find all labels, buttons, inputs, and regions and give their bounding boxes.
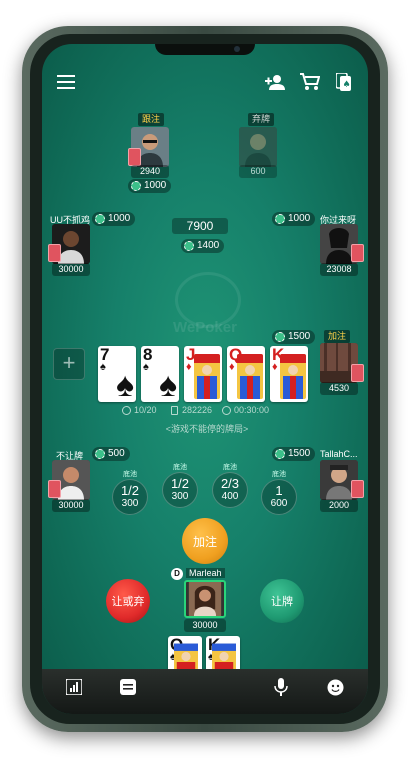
- lock-icon: [171, 406, 178, 415]
- playing-card: 7 ♠ ♠: [98, 346, 136, 402]
- playing-card: Q ♦: [227, 346, 265, 402]
- player-cards: [48, 480, 61, 498]
- room-id: 282226: [182, 405, 213, 415]
- chip-icon: [275, 332, 285, 342]
- card-suit-large: ♠: [158, 366, 177, 402]
- empty-seat-button[interactable]: +: [53, 348, 85, 380]
- blinds-text: 10/20: [134, 405, 157, 415]
- playing-card: K ♦: [270, 346, 308, 402]
- card-suit: ♦: [272, 361, 278, 373]
- side-pot: 1/2 300: [112, 479, 148, 515]
- player-bet: 500: [92, 447, 130, 461]
- game-name: <游戏不能停的牌局>: [165, 424, 249, 434]
- camera: [234, 46, 240, 52]
- hero-chips: 30000: [184, 619, 226, 632]
- side-pot-label: 底池: [272, 471, 286, 478]
- watermark-text: WePoker: [173, 319, 237, 336]
- side-pot-blinds: 1: [275, 483, 283, 498]
- chip-icon: [131, 181, 141, 191]
- side-pot-label: 底池: [173, 464, 187, 471]
- blinds-icon: [122, 406, 131, 415]
- cart-icon[interactable]: [299, 72, 321, 92]
- card-suit: ♠: [100, 361, 106, 373]
- card-suit: ♦: [229, 361, 235, 373]
- side-pot-label: 底池: [223, 464, 237, 471]
- player-bet: 1000: [272, 212, 316, 226]
- dealer-button: D: [171, 568, 183, 580]
- card-suit: ♠: [143, 361, 149, 373]
- check-or-fold-button[interactable]: 让或弃: [106, 579, 150, 623]
- face-card-art: [194, 354, 220, 399]
- player-chips: 2000: [320, 499, 358, 512]
- stats-icon[interactable]: [65, 678, 83, 696]
- playing-card: J ♦: [184, 346, 222, 402]
- table-info-row: 10/20 282226 00:30:00: [122, 405, 292, 419]
- microphone-icon[interactable]: [272, 677, 290, 697]
- timer: 00:30:00: [234, 405, 270, 415]
- player-cards: [351, 364, 364, 382]
- player-bet: 1000: [128, 179, 172, 193]
- pot-total: 7900: [172, 218, 228, 234]
- player-cards: [48, 244, 61, 262]
- player-bet: 1500: [272, 447, 316, 461]
- player-cards: [128, 148, 141, 166]
- chip-icon: [184, 241, 194, 251]
- pot-secondary: 1400: [181, 239, 225, 253]
- raise-button[interactable]: 加注: [182, 518, 228, 564]
- side-pot-amount: 600: [270, 498, 288, 509]
- svg-text:♠: ♠: [343, 80, 351, 90]
- cards-icon[interactable]: ♠: [334, 72, 354, 92]
- player-chips: 30000: [52, 263, 90, 276]
- side-pot-blinds: 1/2: [170, 476, 190, 491]
- side-pot-blinds: 2/3: [220, 476, 240, 491]
- menu-icon[interactable]: [56, 72, 76, 92]
- chip-icon: [275, 449, 285, 459]
- bottom-bar: [42, 669, 368, 714]
- side-pot-blinds: 1/2: [120, 483, 140, 498]
- player-cards: [351, 480, 364, 498]
- add-user-icon[interactable]: [264, 72, 286, 92]
- chip-icon: [275, 214, 285, 224]
- player-bet: 1500: [272, 330, 316, 344]
- side-pot-amount: 300: [171, 491, 189, 502]
- hero-name: Marleah: [186, 568, 225, 578]
- playing-card: 8 ♠ ♠: [141, 346, 179, 402]
- side-pot: 2/3 400: [212, 472, 248, 508]
- notch: [155, 44, 255, 55]
- hero-avatar[interactable]: [184, 580, 226, 618]
- player-chips: 30000: [52, 499, 90, 512]
- player-action-label: 加注: [324, 330, 351, 343]
- chip-icon: [95, 214, 105, 224]
- face-card-art: [280, 354, 306, 399]
- chip-icon: [95, 449, 105, 459]
- player-bet: 1000: [92, 212, 136, 226]
- player-cards: [351, 244, 364, 262]
- player-chips: 23008: [320, 263, 358, 276]
- player-chips: 600: [239, 165, 277, 178]
- face-card-art: [237, 354, 263, 399]
- player-action-label: 弃牌: [248, 113, 275, 126]
- player-chips: 2940: [131, 165, 169, 178]
- chat-icon[interactable]: [119, 678, 137, 696]
- side-pot: 1 600: [261, 479, 297, 515]
- side-pot-amount: 300: [121, 498, 139, 509]
- poker-table-screen: ♠ 跟注 2940 1000 弃牌 600 UU不抓鸡 1000 30000 1…: [42, 44, 368, 714]
- card-suit-large: ♠: [115, 366, 134, 402]
- clock-icon: [222, 406, 231, 415]
- player-avatar[interactable]: [239, 127, 277, 167]
- check-button[interactable]: 让牌: [260, 579, 304, 623]
- player-chips: 4530: [320, 382, 358, 395]
- emoji-icon[interactable]: [326, 678, 344, 696]
- card-suit: ♦: [186, 361, 192, 373]
- side-pot-label: 底池: [123, 471, 137, 478]
- side-pot-amount: 400: [221, 491, 239, 502]
- player-action-label: 跟注: [138, 113, 165, 126]
- side-pot: 1/2 300: [162, 472, 198, 508]
- player-name: TallahC...: [320, 449, 358, 459]
